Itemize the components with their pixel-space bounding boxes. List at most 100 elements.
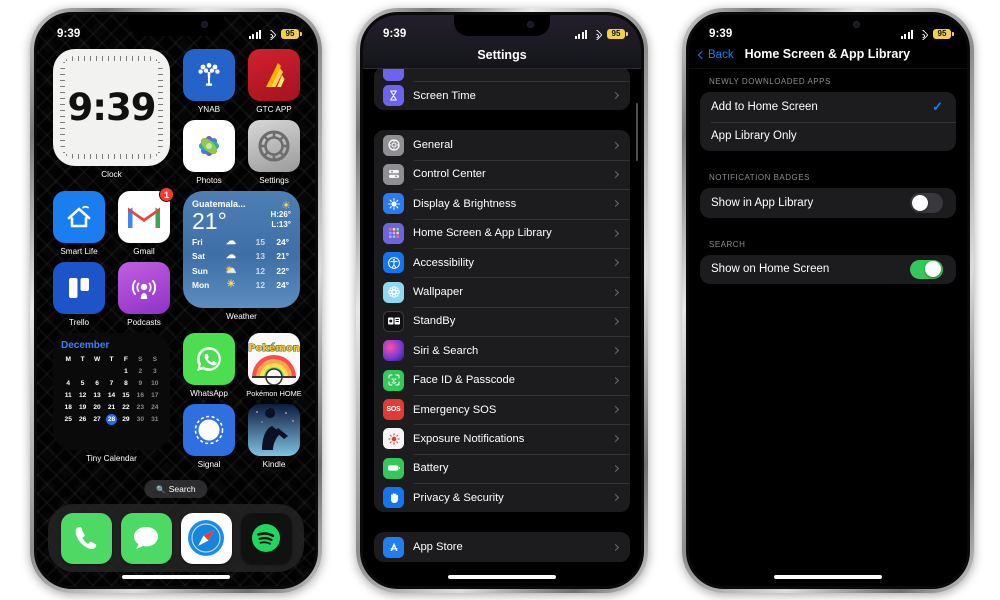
settings-row-display-brightness[interactable]: Display & Brightness <box>374 189 630 218</box>
scrollbar[interactable] <box>635 103 638 161</box>
app-trello[interactable]: Trello <box>53 262 105 327</box>
settings-row-partial[interactable] <box>374 67 630 81</box>
app-ynab[interactable]: YNAB <box>183 49 235 114</box>
whatsapp-app-icon[interactable] <box>183 333 235 385</box>
clock-widget[interactable]: 9:39 Clock <box>53 49 170 185</box>
app-smart-life[interactable]: Smart Life <box>53 191 105 256</box>
settings-row-app-store[interactable]: App Store <box>374 532 630 561</box>
toggle-show-on-home-screen[interactable] <box>910 259 943 279</box>
option-add-to-home-screen[interactable]: Add to Home Screen ✓ <box>700 92 956 122</box>
ynab-app-icon[interactable] <box>183 49 235 101</box>
calendar-day[interactable]: 10 <box>148 378 162 389</box>
calendar-day[interactable]: 25 <box>61 414 75 425</box>
calendar-day[interactable]: 2 <box>133 366 147 377</box>
safari-app-icon[interactable] <box>180 512 232 564</box>
group-search: Show on Home Screen <box>700 254 956 285</box>
weather-high: H:26° <box>270 210 291 219</box>
back-button[interactable]: Back <box>697 49 734 61</box>
calendar-day[interactable]: 1 <box>119 366 133 377</box>
settings-row-home-screen-app-library[interactable]: Home Screen & App Library <box>374 218 630 248</box>
section-header-notification-badges: NOTIFICATION BADGES <box>709 173 810 182</box>
settings-row-emergency-sos[interactable]: SOS Emergency SOS <box>374 394 630 424</box>
calendar-day[interactable]: 24 <box>148 402 162 413</box>
calendar-day[interactable]: 8 <box>119 378 133 389</box>
calendar-day[interactable]: 15 <box>119 390 133 401</box>
settings-row-general[interactable]: General <box>374 130 630 159</box>
app-podcasts[interactable]: Podcasts <box>118 262 170 327</box>
app-signal[interactable]: Signal <box>183 404 235 469</box>
calendar-day[interactable]: 21 <box>104 402 118 413</box>
settings-row-privacy-security[interactable]: Privacy & Security <box>374 483 630 512</box>
calendar-widget-face[interactable]: December M T W T F S S 1 2 3 4 5 6 7 8 9 10 11 12 13 14 15 16 1… <box>53 333 170 450</box>
status-time: 9:39 <box>383 28 407 40</box>
calendar-day[interactable]: 18 <box>61 402 75 413</box>
podcasts-app-icon[interactable] <box>118 262 170 314</box>
smart-life-app-icon[interactable] <box>53 191 105 243</box>
weather-widget-face[interactable]: Guatemala... 21° ☀ H:26° L:13° Fri ☁ 15 … <box>183 191 300 308</box>
calendar-day[interactable]: 22 <box>119 402 133 413</box>
calendar-day[interactable]: 20 <box>90 402 104 413</box>
calendar-day[interactable]: 19 <box>75 402 89 413</box>
calendar-day[interactable]: 12 <box>75 390 89 401</box>
home-indicator[interactable] <box>122 575 230 579</box>
option-show-in-app-library[interactable]: Show in App Library <box>700 188 956 218</box>
settings-row-siri-search[interactable]: Siri & Search <box>374 336 630 365</box>
app-kindle[interactable]: Kindle <box>248 404 300 469</box>
calendar-day[interactable]: 5 <box>75 378 89 389</box>
settings-scroll-area[interactable]: Screen Time General Control Center Displ… <box>363 15 641 586</box>
spotify-app-icon[interactable] <box>240 512 292 564</box>
settings-row-standby[interactable]: StandBy <box>374 306 630 336</box>
settings-row-accessibility[interactable]: Accessibility <box>374 247 630 277</box>
kindle-app-icon[interactable] <box>248 404 300 456</box>
calendar-widget[interactable]: December M T W T F S S 1 2 3 4 5 6 7 8 9 10 11 12 13 14 15 16 1… <box>53 333 170 469</box>
search-pill[interactable]: 🔍 Search <box>144 480 208 498</box>
app-gmail[interactable]: 1 Gmail <box>118 187 174 256</box>
calendar-day[interactable]: 23 <box>133 402 147 413</box>
weather-widget[interactable]: Guatemala... 21° ☀ H:26° L:13° Fri ☁ 15 … <box>183 191 300 327</box>
settings-row-exposure-notifications[interactable]: Exposure Notifications <box>374 424 630 453</box>
calendar-day[interactable]: 17 <box>148 390 162 401</box>
settings-row-wallpaper[interactable]: Wallpaper <box>374 277 630 306</box>
calendar-day[interactable]: 28 <box>104 414 118 425</box>
settings-row-screen-time[interactable]: Screen Time <box>374 81 630 110</box>
calendar-day[interactable]: 7 <box>104 378 118 389</box>
calendar-day[interactable]: 29 <box>119 414 133 425</box>
gmail-icon-wrap: 1 <box>118 187 174 243</box>
calendar-today[interactable]: 28 <box>105 414 117 425</box>
calendar-day[interactable]: 27 <box>90 414 104 425</box>
toggle-show-in-app-library[interactable] <box>910 193 943 213</box>
calendar-day[interactable]: 4 <box>61 378 75 389</box>
app-settings[interactable]: Settings <box>248 120 300 185</box>
pokemon-home-app-icon[interactable]: Pokémon <box>248 333 300 385</box>
app-whatsapp[interactable]: WhatsApp <box>183 333 235 398</box>
calendar-day[interactable]: 13 <box>90 390 104 401</box>
signal-app-icon[interactable] <box>183 404 235 456</box>
app-gtc[interactable]: GTC APP <box>248 49 300 114</box>
phone-app-icon[interactable] <box>60 512 112 564</box>
calendar-day[interactable]: 26 <box>75 414 89 425</box>
calendar-day[interactable]: 30 <box>133 414 147 425</box>
option-app-library-only[interactable]: App Library Only <box>700 121 956 152</box>
settings-row-face-id-passcode[interactable]: Face ID & Passcode <box>374 365 630 395</box>
chevron-right-icon <box>611 141 620 149</box>
settings-row-battery[interactable]: Battery <box>374 453 630 483</box>
calendar-day[interactable]: 9 <box>133 378 147 389</box>
calendar-day[interactable]: 11 <box>61 390 75 401</box>
settings-app-icon[interactable] <box>248 120 300 172</box>
calendar-day[interactable]: 16 <box>133 390 147 401</box>
photos-app-icon[interactable] <box>183 120 235 172</box>
trello-app-icon[interactable] <box>53 262 105 314</box>
calendar-day[interactable]: 6 <box>90 378 104 389</box>
option-show-on-home-screen[interactable]: Show on Home Screen <box>700 255 956 285</box>
clock-widget-face[interactable]: 9:39 <box>53 49 170 166</box>
settings-row-control-center[interactable]: Control Center <box>374 159 630 189</box>
calendar-day[interactable]: 3 <box>148 366 162 377</box>
calendar-day[interactable]: 14 <box>104 390 118 401</box>
app-pokemon-home[interactable]: Pokémon Pokémon HOME <box>246 333 302 398</box>
home-indicator[interactable] <box>774 575 882 579</box>
home-indicator[interactable] <box>448 575 556 579</box>
calendar-day[interactable]: 31 <box>148 414 162 425</box>
gtc-app-icon[interactable] <box>248 49 300 101</box>
app-photos[interactable]: Photos <box>183 120 235 185</box>
messages-app-icon[interactable] <box>120 512 172 564</box>
